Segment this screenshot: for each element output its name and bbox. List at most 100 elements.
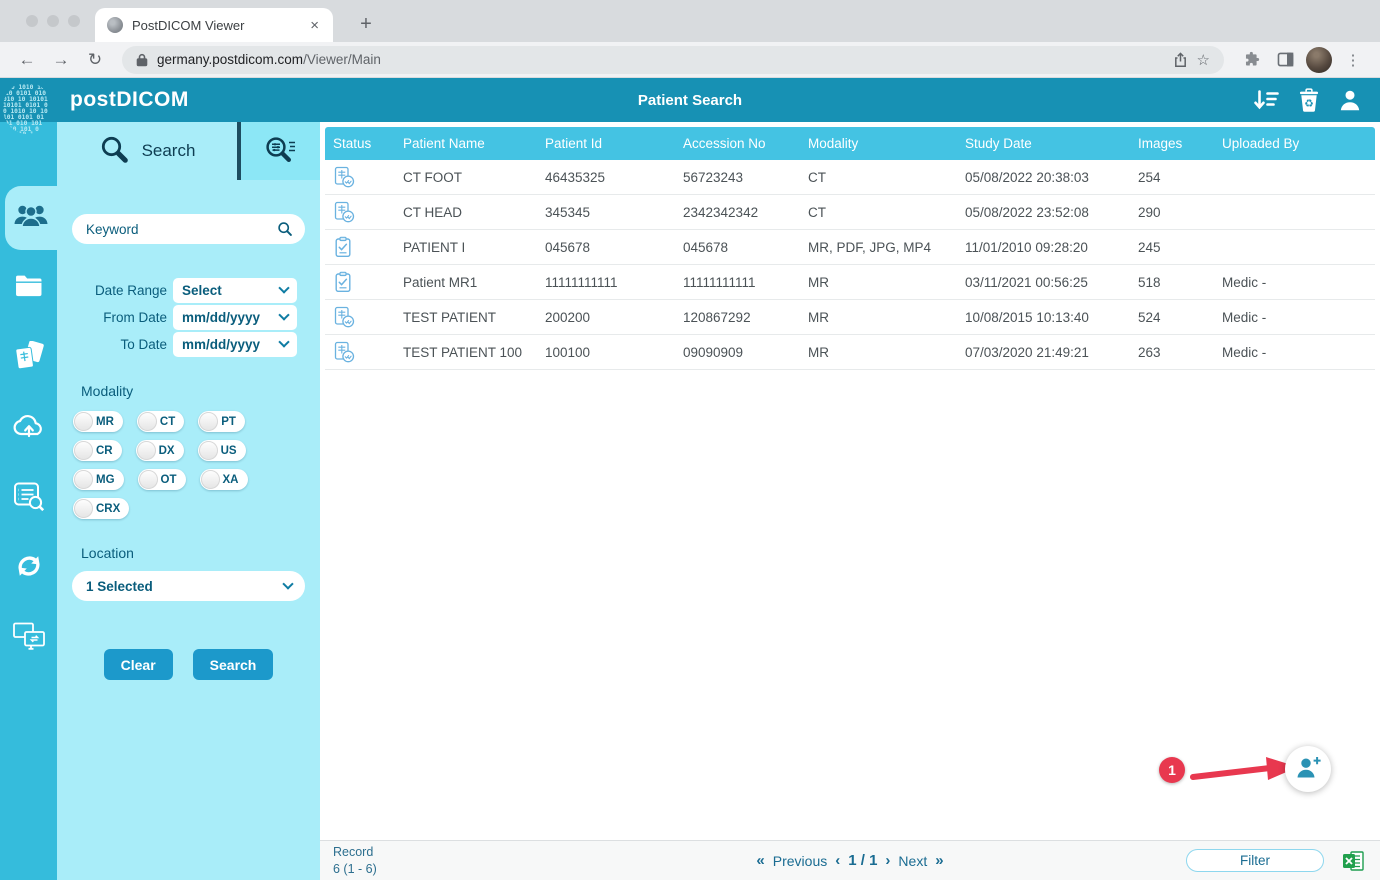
back-icon[interactable]: ← <box>14 50 40 70</box>
col-patient-name-label: Patient Name <box>403 136 485 151</box>
window-maximize-button[interactable] <box>68 15 80 27</box>
toggle-label: PT <box>221 416 236 428</box>
table-row[interactable]: Patient MR11111111111111111111111MR03/11… <box>325 265 1375 300</box>
cell-images: 245 <box>1130 240 1214 255</box>
report-check-icon <box>325 306 395 328</box>
tab-title: PostDICOM Viewer <box>132 18 299 33</box>
url-path: /Viewer/Main <box>303 52 381 67</box>
col-status[interactable]: Status <box>325 136 395 151</box>
browser-tab[interactable]: PostDICOM Viewer × <box>95 8 333 42</box>
page-indicator: 1 / 1 <box>848 852 877 869</box>
cell-images: 263 <box>1130 345 1214 360</box>
next-page-button[interactable]: Next <box>898 853 927 869</box>
to-date-value: mm/dd/yyyy <box>182 337 260 352</box>
side-panel-icon[interactable] <box>1272 52 1298 67</box>
cell-modality: MR <box>800 310 957 325</box>
search-button[interactable]: Search <box>193 649 274 680</box>
image-cards-icon <box>13 341 45 376</box>
add-patient-fab[interactable] <box>1285 746 1331 792</box>
extensions-puzzle-icon[interactable] <box>1238 51 1264 68</box>
keyword-search-icon[interactable] <box>277 221 293 242</box>
clear-button[interactable]: Clear <box>104 649 173 680</box>
modality-toggle-cr[interactable]: CR <box>73 440 122 461</box>
new-tab-button[interactable]: + <box>352 10 380 38</box>
window-close-button[interactable] <box>26 15 38 27</box>
table-row[interactable]: CT FOOT4643532556723243CT05/08/2022 20:3… <box>325 160 1375 195</box>
toggle-label: OT <box>161 474 177 486</box>
svg-text:010 1: 010 1 <box>15 131 34 137</box>
search-tab-label: Search <box>142 141 196 161</box>
col-images[interactable]: Images <box>1130 136 1214 151</box>
col-accession-no[interactable]: Accession No <box>675 136 800 151</box>
toggle-label: DX <box>159 445 175 457</box>
location-value: 1 Selected <box>86 579 153 594</box>
user-account-icon[interactable] <box>1338 88 1362 112</box>
modality-toggle-us[interactable]: US <box>198 440 246 461</box>
modality-toggle-ct[interactable]: CT <box>137 411 184 432</box>
modality-toggle-mg[interactable]: MG <box>73 469 124 490</box>
app-header: 0 1010 1010 0101 010010 10 10101 10101 0… <box>0 78 1380 122</box>
modality-label: Modality <box>81 383 320 399</box>
to-date-select[interactable]: mm/dd/yyyy <box>173 332 297 357</box>
table-row[interactable]: CT HEAD3453452342342342CT05/08/2022 23:5… <box>325 195 1375 230</box>
sidebar-item-image-library[interactable] <box>0 326 57 390</box>
window-minimize-button[interactable] <box>47 15 59 27</box>
first-page-icon[interactable]: « <box>756 852 764 869</box>
table-row[interactable]: PATIENT I045678045678MR, PDF, JPG, MP411… <box>325 230 1375 265</box>
prev-page-icon[interactable]: ‹ <box>835 852 840 869</box>
to-date-label: To Date <box>67 337 167 352</box>
download-queue-icon[interactable] <box>1253 89 1280 112</box>
cell-patient-id: 11111111111 <box>537 275 675 290</box>
url-text[interactable]: germany.postdicom.com/Viewer/Main <box>157 52 1164 67</box>
modality-toggle-crx[interactable]: CRX <box>73 498 129 519</box>
location-select[interactable]: 1 Selected <box>72 571 305 601</box>
report-check-icon <box>325 341 395 363</box>
col-patient-name[interactable]: Patient Name <box>395 136 537 151</box>
sidebar-item-sync[interactable] <box>0 536 57 600</box>
sidebar-item-folders[interactable] <box>0 256 57 320</box>
toggle-label: MG <box>96 474 115 486</box>
cell-patient-name: TEST PATIENT <box>395 310 537 325</box>
cell-patient-name: Patient MR1 <box>395 275 537 290</box>
modality-toggle-pt[interactable]: PT <box>198 411 245 432</box>
window-controls[interactable] <box>26 15 80 27</box>
last-page-icon[interactable]: » <box>935 852 943 869</box>
cell-images: 290 <box>1130 205 1214 220</box>
table-row[interactable]: TEST PATIENT200200120867292MR10/08/2015 … <box>325 300 1375 335</box>
chevron-down-icon <box>278 336 289 347</box>
modality-toggle-dx[interactable]: DX <box>136 440 184 461</box>
col-study-date[interactable]: Study Date <box>957 136 1130 151</box>
browser-profile-avatar[interactable] <box>1306 47 1332 73</box>
modality-toggle-xa[interactable]: XA <box>200 469 248 490</box>
previous-page-button[interactable]: Previous <box>773 853 827 869</box>
sidebar-item-transfer[interactable] <box>0 606 57 670</box>
modality-toggle-mr[interactable]: MR <box>73 411 123 432</box>
sidebar-item-upload[interactable] <box>0 396 57 460</box>
col-uploaded-by[interactable]: Uploaded By <box>1214 136 1375 151</box>
cell-patient-name: TEST PATIENT 100 <box>395 345 537 360</box>
col-modality[interactable]: Modality <box>800 136 957 151</box>
from-date-select[interactable]: mm/dd/yyyy <box>173 305 297 330</box>
reload-icon[interactable]: ↻ <box>82 50 108 70</box>
col-patient-id[interactable]: Patient Id <box>537 136 675 151</box>
address-bar[interactable]: germany.postdicom.com/Viewer/Main ☆ <box>122 46 1224 74</box>
share-icon[interactable] <box>1173 52 1188 68</box>
export-excel-icon[interactable] <box>1342 850 1364 877</box>
trash-recycle-icon[interactable]: ♻ <box>1297 88 1321 113</box>
advanced-search-icon <box>263 134 299 169</box>
sidebar-item-worklist[interactable] <box>0 466 57 530</box>
toggle-label: CR <box>96 445 113 457</box>
bookmark-star-icon[interactable]: ☆ <box>1197 51 1210 69</box>
browser-menu-icon[interactable]: ⋮ <box>1340 51 1366 69</box>
tab-close-icon[interactable]: × <box>308 17 321 34</box>
date-range-select[interactable]: Select <box>173 278 297 303</box>
tab-advanced-search[interactable] <box>237 122 320 180</box>
forward-icon[interactable]: → <box>48 50 74 70</box>
modality-toggle-ot[interactable]: OT <box>138 469 186 490</box>
filter-button[interactable]: Filter <box>1186 849 1324 872</box>
tab-simple-search[interactable]: Search <box>57 122 237 180</box>
table-row[interactable]: TEST PATIENT 10010010009090909MR07/03/20… <box>325 335 1375 370</box>
next-page-icon[interactable]: › <box>885 852 890 869</box>
keyword-input[interactable] <box>72 214 305 244</box>
sidebar-item-patient-search[interactable] <box>5 186 57 250</box>
